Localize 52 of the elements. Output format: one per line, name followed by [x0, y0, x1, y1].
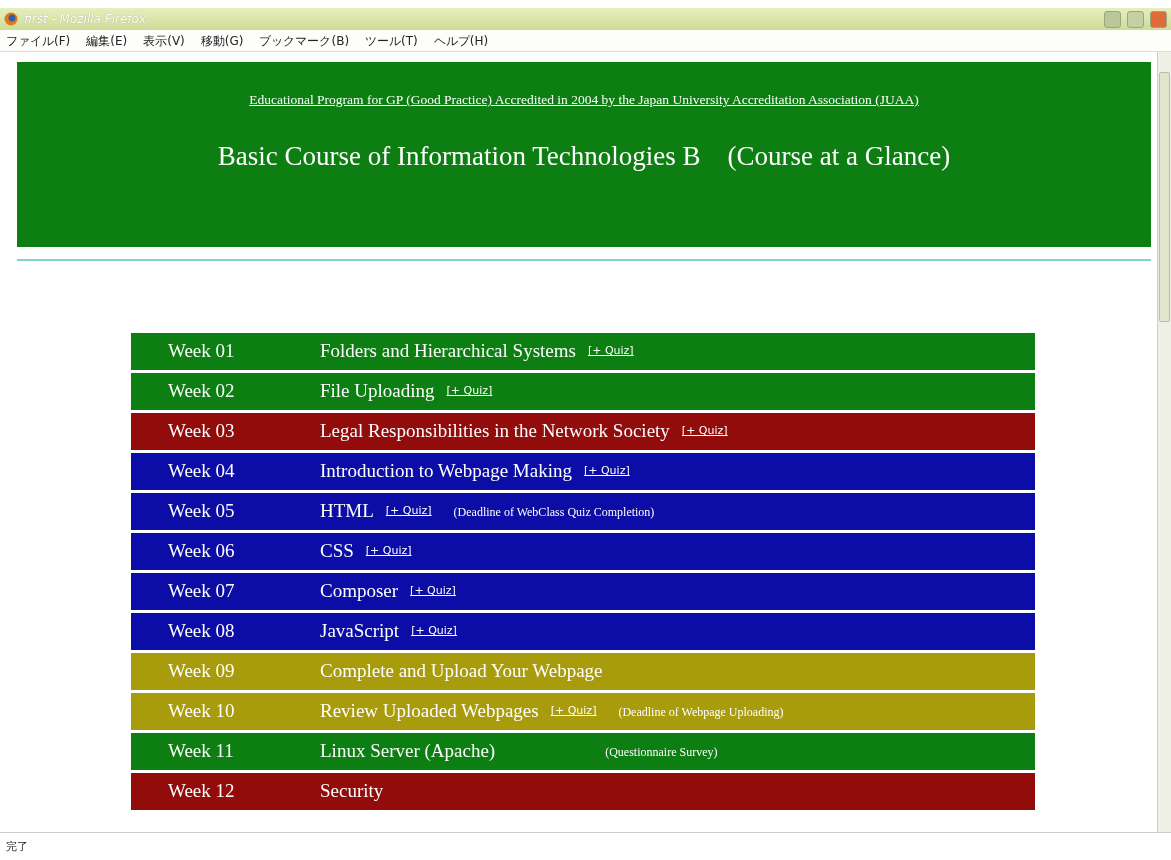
week-number: Week 06: [168, 539, 236, 564]
status-text: 完了: [0, 832, 1171, 860]
maximize-button[interactable]: [1127, 10, 1144, 28]
menu-item[interactable]: ファイル(F): [6, 31, 71, 50]
week-number: Week 08: [168, 619, 236, 644]
browser-logo-icon: [4, 12, 18, 26]
week-topic: Review Uploaded Webpages: [320, 699, 539, 724]
week-number: Week 10: [168, 699, 236, 724]
minimize-button[interactable]: [1104, 10, 1121, 28]
quiz-link[interactable]: [+ Quiz]: [410, 583, 456, 600]
quiz-link[interactable]: [+ Quiz]: [365, 543, 412, 560]
week-topic: Folders and Hierarchical Systems: [320, 339, 576, 364]
week-number: Week 07: [168, 579, 236, 604]
quiz-link[interactable]: [+ Quiz]: [411, 623, 457, 640]
menu-item[interactable]: 表示(V): [143, 31, 185, 50]
menu-item[interactable]: ブックマーク(B): [259, 31, 350, 50]
week-topic: Security: [320, 779, 384, 804]
quiz-link[interactable]: [+ Quiz]: [681, 423, 728, 440]
week-note: (Deadline of Webpage Uploading): [618, 703, 784, 721]
menu-item[interactable]: 移動(G): [200, 31, 244, 50]
week-number: Week 04: [168, 459, 236, 484]
week-topic: File Uploading: [320, 379, 435, 404]
quiz-link[interactable]: [+ Quiz]: [583, 463, 630, 480]
accreditation-link[interactable]: Educational Program for GP (Good Practice) Accredited in 2004 by the Japan University Accreditation Association (JUAA): [249, 90, 919, 111]
window-title: first - Mozilla Firefox: [24, 11, 146, 28]
scrollbar-thumb[interactable]: [1159, 72, 1170, 322]
close-button[interactable]: [1150, 10, 1167, 28]
week-topic: Complete and Upload Your Webpage: [320, 659, 603, 684]
week-topic: JavaScript: [320, 619, 400, 644]
week-topic: Composer: [320, 579, 399, 604]
quiz-link[interactable]: [+ Quiz]: [385, 503, 432, 520]
week-topic: CSS: [320, 539, 354, 564]
week-topic: Legal Responsibilities in the Network Society: [320, 419, 670, 444]
week-number: Week 02: [168, 379, 236, 404]
week-topic: Introduction to Webpage Making: [320, 459, 572, 484]
quiz-link[interactable]: [+ Quiz]: [587, 343, 634, 360]
week-number: Week 01: [168, 339, 236, 364]
scrollbar[interactable]: [1157, 52, 1171, 832]
menu-item[interactable]: ヘルプ(H): [433, 31, 489, 50]
page-title: Basic Course of Information Technologies B (Course at a Glance): [217, 140, 951, 173]
week-number: Week 03: [168, 419, 236, 444]
week-note: (Deadline of WebClass Quiz Completion): [453, 503, 655, 521]
week-number: Week 11: [168, 739, 235, 764]
week-number: Week 05: [168, 499, 236, 524]
week-number: Week 12: [168, 779, 236, 804]
week-topic: Linux Server (Apache): [320, 739, 496, 764]
quiz-link[interactable]: [+ Quiz]: [446, 383, 493, 400]
week-note: (Questionnaire Survey): [605, 743, 718, 761]
week-number: Week 09: [168, 659, 236, 684]
menu-item[interactable]: ツール(T): [365, 31, 418, 50]
week-topic: HTML: [320, 499, 374, 524]
menu-item[interactable]: 編集(E): [86, 31, 128, 50]
